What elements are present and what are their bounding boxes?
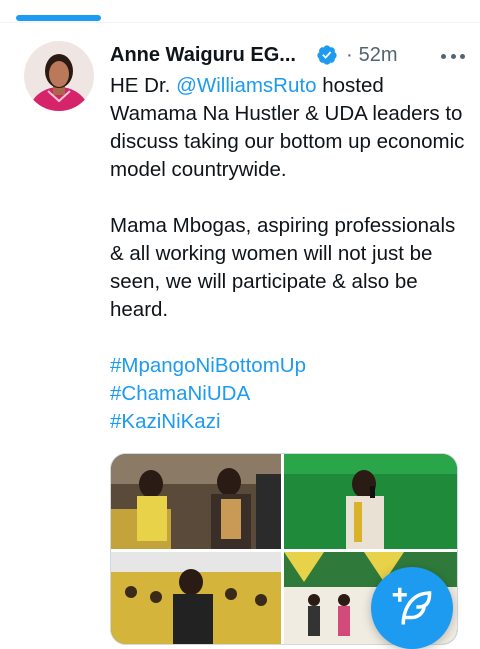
more-horizontal-icon[interactable] bbox=[441, 44, 465, 68]
text-prefix: HE Dr. bbox=[110, 74, 177, 97]
hashtag-link[interactable]: #MpangoNiBottomUp bbox=[110, 354, 306, 377]
photo[interactable] bbox=[111, 454, 281, 549]
paragraph-2: Mama Mbogas, aspiring professionals & al… bbox=[110, 214, 456, 321]
tweet-text: HE Dr. @WilliamsRuto hosted Wamama Na Hu… bbox=[110, 72, 465, 436]
separator: · bbox=[345, 43, 353, 66]
hashtag-link[interactable]: #ChamaNiUDA bbox=[110, 382, 250, 405]
avatar[interactable] bbox=[24, 41, 94, 111]
tweet-header: Anne Waiguru EG... · 52m bbox=[110, 40, 465, 70]
active-tab-indicator bbox=[16, 15, 101, 21]
photo[interactable] bbox=[284, 454, 457, 549]
mention-link[interactable]: @WilliamsRuto bbox=[176, 74, 316, 97]
compose-tweet-icon[interactable] bbox=[371, 567, 453, 649]
author-name[interactable]: Anne Waiguru EG... bbox=[110, 44, 296, 67]
verified-badge-icon bbox=[316, 44, 338, 66]
paragraph-1: HE Dr. @WilliamsRuto hosted Wamama Na Hu… bbox=[110, 72, 465, 184]
timestamp[interactable]: 52m bbox=[359, 44, 398, 67]
tweet[interactable]: Anne Waiguru EG... · 52m HE Dr. @William… bbox=[0, 23, 480, 645]
photo[interactable] bbox=[111, 552, 281, 644]
hashtag-link[interactable]: #KaziNiKazi bbox=[110, 410, 221, 433]
